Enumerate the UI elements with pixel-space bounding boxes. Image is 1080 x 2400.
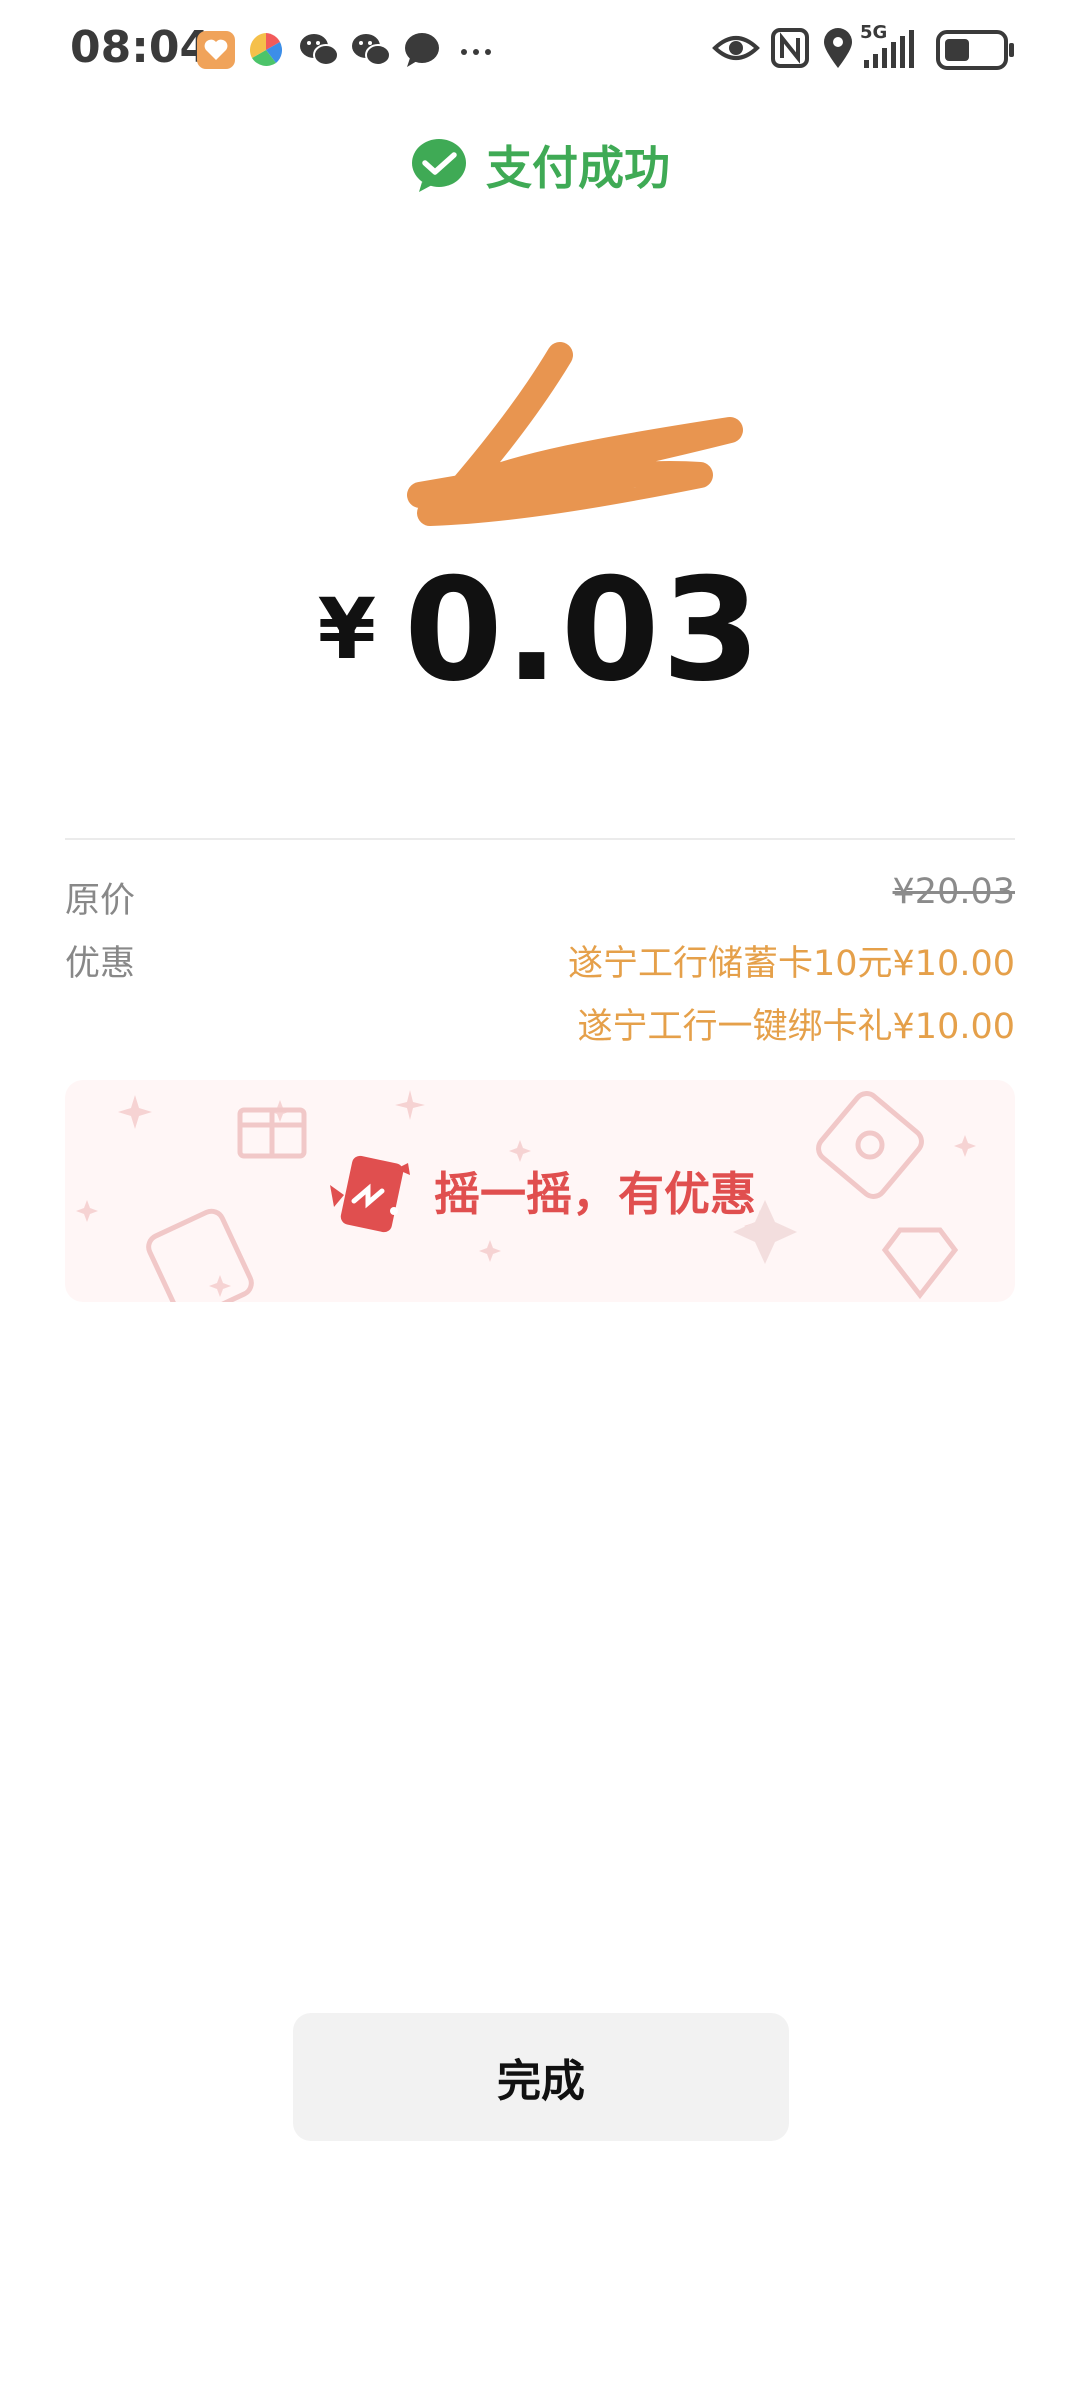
shake-phone-icon xyxy=(330,1155,410,1233)
payment-amount: ¥ 0.03 xyxy=(0,560,1080,702)
nfc-icon xyxy=(771,28,809,68)
status-time: 08:04 xyxy=(70,22,211,73)
pinwheel-app-icon xyxy=(248,32,284,68)
payment-status-text: 支付成功 xyxy=(486,141,670,195)
done-button[interactable]: 完成 xyxy=(293,2013,789,2141)
amount-value: 0.03 xyxy=(404,548,763,713)
payment-status-header: 支付成功 xyxy=(0,132,1080,198)
battery-icon xyxy=(936,30,1014,70)
merchant-area: ………… xyxy=(400,335,780,545)
shake-promo-banner[interactable]: 摇一摇，有优惠 xyxy=(65,1080,1015,1302)
wechat-icon xyxy=(300,34,339,66)
promo-text: 摇一摇，有优惠 xyxy=(434,1167,756,1221)
payment-success-page: 08:04 5G 支付成功 ………… ¥ 0.03 原价 ¥20.03 优惠 遂… xyxy=(0,0,1080,2400)
wechat-pay-check-icon xyxy=(412,139,466,192)
discount-item: 遂宁工行一键绑卡礼¥10.00 xyxy=(577,1007,1015,1047)
discount-item: 遂宁工行储蓄卡10元¥10.00 xyxy=(567,944,1015,984)
wechat-icon xyxy=(352,34,391,66)
signal-5g-icon: 5G xyxy=(860,22,926,72)
currency-symbol: ¥ xyxy=(317,580,377,678)
health-app-icon xyxy=(197,31,235,69)
eye-icon xyxy=(712,36,760,60)
redaction-scribble xyxy=(407,342,743,526)
more-dots-icon xyxy=(461,49,491,55)
promo-content: 摇一摇，有优惠 xyxy=(65,1080,1015,1302)
divider xyxy=(65,838,1015,840)
message-icon xyxy=(405,33,439,67)
location-icon xyxy=(824,28,852,68)
status-bar: 08:04 5G xyxy=(0,0,1080,100)
original-price-label: 原价 xyxy=(65,881,136,921)
discount-label: 优惠 xyxy=(65,944,136,984)
original-price-value: ¥20.03 xyxy=(892,872,1015,912)
